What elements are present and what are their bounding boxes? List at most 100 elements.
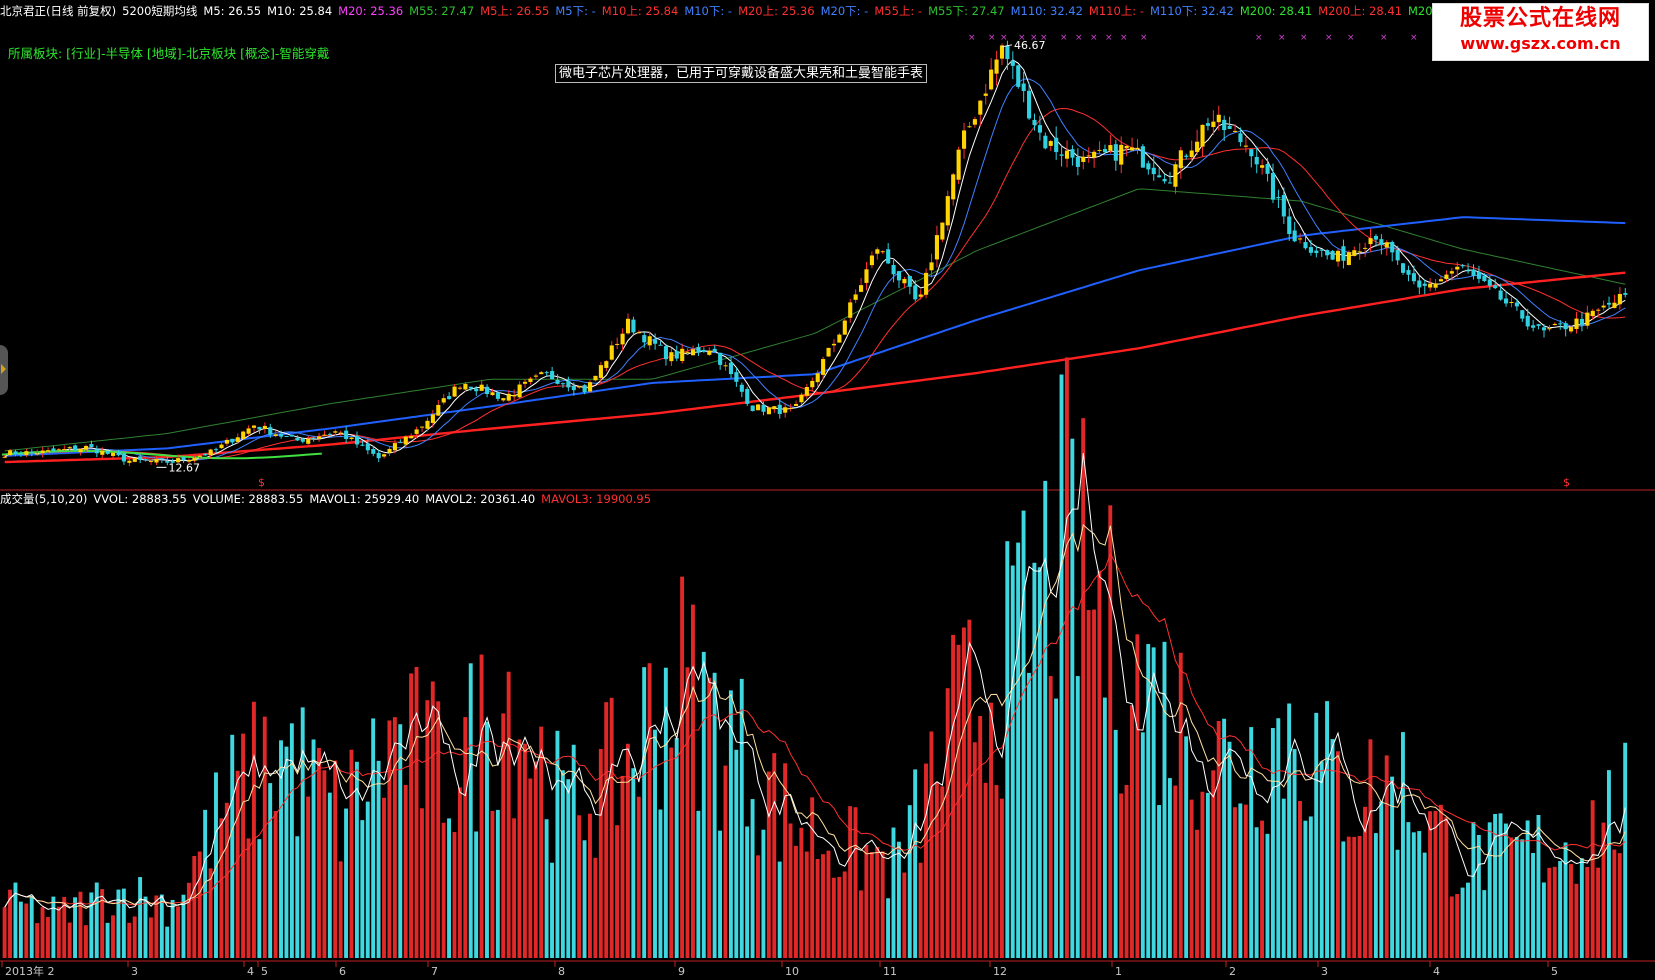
candle-body: [864, 269, 869, 283]
candle-body: [387, 448, 392, 453]
volume-bar: [1531, 853, 1535, 958]
candle-body: [772, 406, 777, 410]
volume-bar: [1059, 374, 1064, 958]
volume-bar: [452, 832, 457, 958]
volume-bar: [1113, 729, 1118, 958]
volume-bar: [241, 733, 246, 958]
ma55-line: [4, 188, 1626, 452]
volume-bar: [262, 716, 267, 958]
candle-body: [653, 339, 658, 344]
candle-body: [831, 343, 837, 346]
candle-body: [669, 352, 674, 362]
candle-body: [1401, 263, 1406, 273]
candle-body: [1130, 147, 1135, 151]
volume-bar: [1438, 804, 1443, 958]
volume-bar: [1243, 804, 1248, 958]
candle-body: [73, 445, 78, 451]
volume-bar: [1108, 505, 1113, 958]
candle-body: [1027, 90, 1032, 119]
candle-body: [1520, 310, 1525, 319]
volume-bar: [40, 907, 45, 958]
volume-bar: [999, 798, 1004, 958]
volume-bar: [127, 922, 132, 958]
candle-body: [1092, 151, 1097, 158]
candle-body: [29, 451, 34, 453]
volume-bar: [934, 781, 939, 958]
volume-bar: [165, 926, 170, 958]
volume-bar: [783, 763, 788, 958]
candle-body: [485, 386, 490, 395]
candle-body: [560, 383, 566, 385]
volume-bar: [1032, 562, 1037, 958]
ma-value-4: M5上: 26.55: [480, 4, 550, 18]
candle-body: [1281, 194, 1286, 217]
ma-value-8: M20上: 25.36: [738, 4, 815, 18]
volume-bar: [1417, 831, 1422, 958]
candle-body: [132, 458, 137, 462]
volume-bar: [810, 797, 815, 958]
candle-body: [360, 444, 365, 446]
volume-bar: [653, 729, 657, 958]
volume-bar: [78, 891, 83, 958]
candle-body: [886, 249, 891, 264]
volume-bar: [967, 619, 972, 958]
candle-body: [913, 285, 918, 300]
candle-body: [940, 222, 945, 240]
candle-body: [1509, 302, 1514, 304]
candle-body: [78, 448, 83, 453]
candle-body: [896, 271, 902, 281]
ma-value-15: M200: 28.41: [1239, 4, 1313, 18]
candle-body: [978, 100, 983, 115]
candle-body: [327, 433, 332, 435]
candle-body: [1590, 310, 1595, 317]
volume-bar: [620, 775, 625, 958]
volume-bar: [1140, 732, 1145, 958]
candle-body: [642, 335, 647, 343]
price-indicator-header: 北京君正(日线 前复权) 5200短期均线 M5: 26.55 M10: 25.84 M…: [0, 4, 1475, 18]
candle-body: [1265, 163, 1270, 174]
candle-body: [214, 449, 219, 451]
volume-bar: [761, 829, 766, 958]
volume-bar: [902, 872, 907, 958]
volume-bar: [1493, 813, 1498, 958]
candle-body: [1357, 251, 1362, 253]
candle-body: [344, 430, 349, 440]
volume-bar: [777, 861, 782, 958]
volume-bar: [734, 749, 739, 958]
candle-body: [1596, 309, 1601, 311]
candle-body: [246, 428, 251, 434]
volume-bar: [1124, 784, 1129, 958]
volume-value-1: VOLUME: 28883.55: [192, 492, 304, 506]
candle-body: [1097, 149, 1102, 151]
candle-body: [989, 69, 994, 90]
collapse-panel-handle-icon[interactable]: [0, 345, 8, 395]
volume-bar: [544, 819, 549, 958]
volume-bar: [1162, 641, 1167, 958]
volume-bar: [864, 845, 869, 958]
candle-body: [349, 437, 354, 440]
volume-bar: [918, 862, 923, 958]
candle-body: [750, 405, 755, 411]
volume-bar: [1590, 800, 1595, 958]
volume-bar: [1195, 829, 1199, 958]
volume-bar: [371, 718, 376, 958]
candle-body: [815, 373, 820, 383]
volume-bar: [685, 667, 690, 958]
volume-bar: [1292, 749, 1297, 958]
candle-body: [116, 451, 121, 456]
volume-bar: [1130, 705, 1134, 958]
volume-bar: [306, 796, 311, 958]
candle-body: [701, 350, 706, 352]
ma-value-6: M10上: 25.84: [601, 4, 679, 18]
candle-body: [138, 456, 143, 460]
volume-bar: [1021, 510, 1026, 958]
candle-body: [766, 407, 771, 415]
volume-bar: [907, 805, 912, 958]
candle-body: [588, 382, 593, 392]
volume-bar: [821, 854, 825, 958]
candle-body: [208, 449, 213, 456]
volume-bar: [1157, 805, 1162, 958]
volume-bar: [1232, 807, 1237, 958]
candle-body: [1514, 302, 1519, 307]
candle-body: [1140, 146, 1145, 168]
